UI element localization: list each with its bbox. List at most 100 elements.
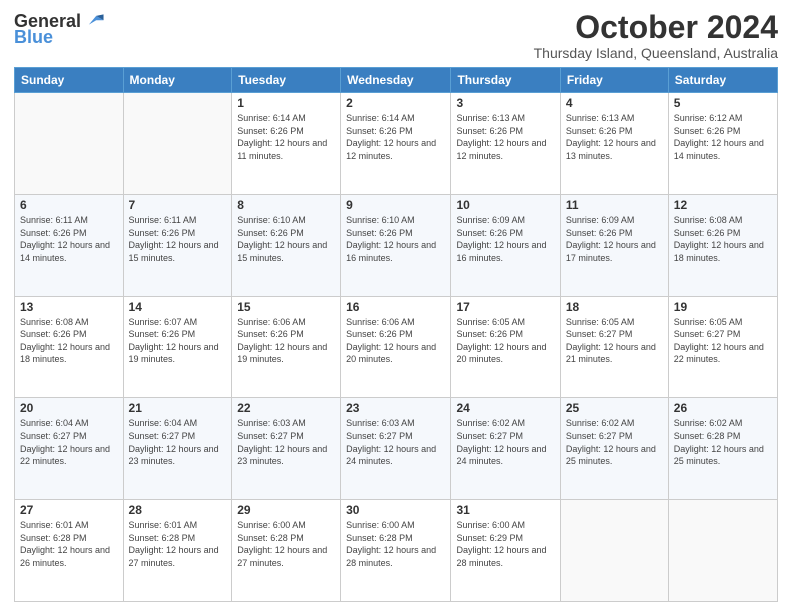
day-number: 17 xyxy=(456,300,554,314)
day-info: Sunrise: 6:02 AM Sunset: 6:28 PM Dayligh… xyxy=(674,417,772,467)
table-row: 30 Sunrise: 6:00 AM Sunset: 6:28 PM Dayli… xyxy=(341,500,451,602)
day-number: 14 xyxy=(129,300,227,314)
table-row: 16Sunrise: 6:06 AM Sunset: 6:26 PM Dayli… xyxy=(341,296,451,398)
day-info: Sunrise: 6:10 AM Sunset: 6:26 PM Dayligh… xyxy=(237,214,335,264)
title-block: October 2024 Thursday Island, Queensland… xyxy=(534,10,778,61)
table-row: 26 Sunrise: 6:02 AM Sunset: 6:28 PM Dayli… xyxy=(668,398,777,500)
day-info: Sunrise: 6:14 AM Sunset: 6:26 PM Dayligh… xyxy=(237,112,335,162)
day-number: 24 xyxy=(456,401,554,415)
header-tuesday: Tuesday xyxy=(232,68,341,93)
day-number: 18 xyxy=(566,300,663,314)
day-number: 23 xyxy=(346,401,445,415)
table-row: 8Sunrise: 6:10 AM Sunset: 6:26 PM Daylig… xyxy=(232,194,341,296)
table-row: 1 Sunrise: 6:14 AM Sunset: 6:26 PM Daylig… xyxy=(232,93,341,195)
table-row: 3 Sunrise: 6:13 AM Sunset: 6:26 PM Daylig… xyxy=(451,93,560,195)
days-header-row: Sunday Monday Tuesday Wednesday Thursday… xyxy=(15,68,778,93)
day-info: Sunrise: 6:01 AM Sunset: 6:28 PM Dayligh… xyxy=(129,519,227,569)
day-number: 13 xyxy=(20,300,118,314)
table-row xyxy=(15,93,124,195)
table-row: 11 Sunrise: 6:09 AM Sunset: 6:26 PM Dayli… xyxy=(560,194,668,296)
day-info: Sunrise: 6:14 AM Sunset: 6:26 PM Dayligh… xyxy=(346,112,445,162)
day-info: Sunrise: 6:12 AM Sunset: 6:26 PM Dayligh… xyxy=(674,112,772,162)
table-row: 6 Sunrise: 6:11 AM Sunset: 6:26 PM Daylig… xyxy=(15,194,124,296)
day-number: 19 xyxy=(674,300,772,314)
day-number: 10 xyxy=(456,198,554,212)
table-row: 29Sunrise: 6:00 AM Sunset: 6:28 PM Dayli… xyxy=(232,500,341,602)
logo: General Blue xyxy=(14,10,105,46)
day-info: Sunrise: 6:00 AM Sunset: 6:29 PM Dayligh… xyxy=(456,519,554,569)
day-number: 7 xyxy=(129,198,227,212)
table-row: 25 Sunrise: 6:02 AM Sunset: 6:27 PM Dayli… xyxy=(560,398,668,500)
day-info: Sunrise: 6:01 AM Sunset: 6:28 PM Dayligh… xyxy=(20,519,118,569)
day-info: Sunrise: 6:10 AM Sunset: 6:26 PM Dayligh… xyxy=(346,214,445,264)
day-number: 31 xyxy=(456,503,554,517)
day-info: Sunrise: 6:11 AM Sunset: 6:26 PM Dayligh… xyxy=(20,214,118,264)
table-row: 19 Sunrise: 6:05 AM Sunset: 6:27 PM Dayli… xyxy=(668,296,777,398)
day-number: 20 xyxy=(20,401,118,415)
day-number: 4 xyxy=(566,96,663,110)
day-number: 2 xyxy=(346,96,445,110)
day-info: Sunrise: 6:13 AM Sunset: 6:26 PM Dayligh… xyxy=(566,112,663,162)
day-info: Sunrise: 6:13 AM Sunset: 6:26 PM Dayligh… xyxy=(456,112,554,162)
logo-bird-icon xyxy=(83,10,105,32)
table-row: 22Sunrise: 6:03 AM Sunset: 6:27 PM Dayli… xyxy=(232,398,341,500)
day-info: Sunrise: 6:02 AM Sunset: 6:27 PM Dayligh… xyxy=(566,417,663,467)
day-number: 15 xyxy=(237,300,335,314)
table-row: 14 Sunrise: 6:07 AM Sunset: 6:26 PM Dayli… xyxy=(123,296,232,398)
table-row: 13 Sunrise: 6:08 AM Sunset: 6:26 PM Dayli… xyxy=(15,296,124,398)
day-info: Sunrise: 6:08 AM Sunset: 6:26 PM Dayligh… xyxy=(20,316,118,366)
table-row: 28 Sunrise: 6:01 AM Sunset: 6:28 PM Dayli… xyxy=(123,500,232,602)
header-thursday: Thursday xyxy=(451,68,560,93)
header-friday: Friday xyxy=(560,68,668,93)
table-row: 20 Sunrise: 6:04 AM Sunset: 6:27 PM Dayli… xyxy=(15,398,124,500)
day-number: 3 xyxy=(456,96,554,110)
day-info: Sunrise: 6:02 AM Sunset: 6:27 PM Dayligh… xyxy=(456,417,554,467)
calendar-week-row: 27Sunrise: 6:01 AM Sunset: 6:28 PM Dayli… xyxy=(15,500,778,602)
day-info: Sunrise: 6:00 AM Sunset: 6:28 PM Dayligh… xyxy=(237,519,335,569)
calendar-week-row: 20 Sunrise: 6:04 AM Sunset: 6:27 PM Dayli… xyxy=(15,398,778,500)
day-info: Sunrise: 6:09 AM Sunset: 6:26 PM Dayligh… xyxy=(566,214,663,264)
table-row: 12Sunrise: 6:08 AM Sunset: 6:26 PM Dayli… xyxy=(668,194,777,296)
day-number: 30 xyxy=(346,503,445,517)
day-info: Sunrise: 6:03 AM Sunset: 6:27 PM Dayligh… xyxy=(346,417,445,467)
table-row: 5 Sunrise: 6:12 AM Sunset: 6:26 PM Daylig… xyxy=(668,93,777,195)
table-row: 21Sunrise: 6:04 AM Sunset: 6:27 PM Dayli… xyxy=(123,398,232,500)
header: General Blue October 2024 Thursday Islan… xyxy=(14,10,778,61)
table-row: 18 Sunrise: 6:05 AM Sunset: 6:27 PM Dayli… xyxy=(560,296,668,398)
day-info: Sunrise: 6:00 AM Sunset: 6:28 PM Dayligh… xyxy=(346,519,445,569)
day-info: Sunrise: 6:07 AM Sunset: 6:26 PM Dayligh… xyxy=(129,316,227,366)
day-number: 16 xyxy=(346,300,445,314)
day-number: 26 xyxy=(674,401,772,415)
day-number: 11 xyxy=(566,198,663,212)
day-info: Sunrise: 6:05 AM Sunset: 6:27 PM Dayligh… xyxy=(674,316,772,366)
day-info: Sunrise: 6:04 AM Sunset: 6:27 PM Dayligh… xyxy=(20,417,118,467)
day-number: 28 xyxy=(129,503,227,517)
header-sunday: Sunday xyxy=(15,68,124,93)
day-info: Sunrise: 6:05 AM Sunset: 6:26 PM Dayligh… xyxy=(456,316,554,366)
day-number: 25 xyxy=(566,401,663,415)
table-row: 24 Sunrise: 6:02 AM Sunset: 6:27 PM Dayli… xyxy=(451,398,560,500)
calendar-week-row: 13 Sunrise: 6:08 AM Sunset: 6:26 PM Dayli… xyxy=(15,296,778,398)
day-number: 12 xyxy=(674,198,772,212)
table-row: 15 Sunrise: 6:06 AM Sunset: 6:26 PM Dayli… xyxy=(232,296,341,398)
table-row: 9Sunrise: 6:10 AM Sunset: 6:26 PM Daylig… xyxy=(341,194,451,296)
day-number: 5 xyxy=(674,96,772,110)
table-row: 17 Sunrise: 6:05 AM Sunset: 6:26 PM Dayli… xyxy=(451,296,560,398)
table-row: 10Sunrise: 6:09 AM Sunset: 6:26 PM Dayli… xyxy=(451,194,560,296)
table-row xyxy=(560,500,668,602)
table-row xyxy=(123,93,232,195)
day-info: Sunrise: 6:11 AM Sunset: 6:26 PM Dayligh… xyxy=(129,214,227,264)
month-title: October 2024 xyxy=(534,10,778,45)
page: General Blue October 2024 Thursday Islan… xyxy=(0,0,792,612)
day-info: Sunrise: 6:05 AM Sunset: 6:27 PM Dayligh… xyxy=(566,316,663,366)
table-row: 27Sunrise: 6:01 AM Sunset: 6:28 PM Dayli… xyxy=(15,500,124,602)
table-row: 2 Sunrise: 6:14 AM Sunset: 6:26 PM Daylig… xyxy=(341,93,451,195)
day-number: 6 xyxy=(20,198,118,212)
table-row: 7 Sunrise: 6:11 AM Sunset: 6:26 PM Daylig… xyxy=(123,194,232,296)
calendar-week-row: 1 Sunrise: 6:14 AM Sunset: 6:26 PM Daylig… xyxy=(15,93,778,195)
header-saturday: Saturday xyxy=(668,68,777,93)
day-number: 1 xyxy=(237,96,335,110)
header-wednesday: Wednesday xyxy=(341,68,451,93)
day-info: Sunrise: 6:06 AM Sunset: 6:26 PM Dayligh… xyxy=(237,316,335,366)
day-number: 21 xyxy=(129,401,227,415)
